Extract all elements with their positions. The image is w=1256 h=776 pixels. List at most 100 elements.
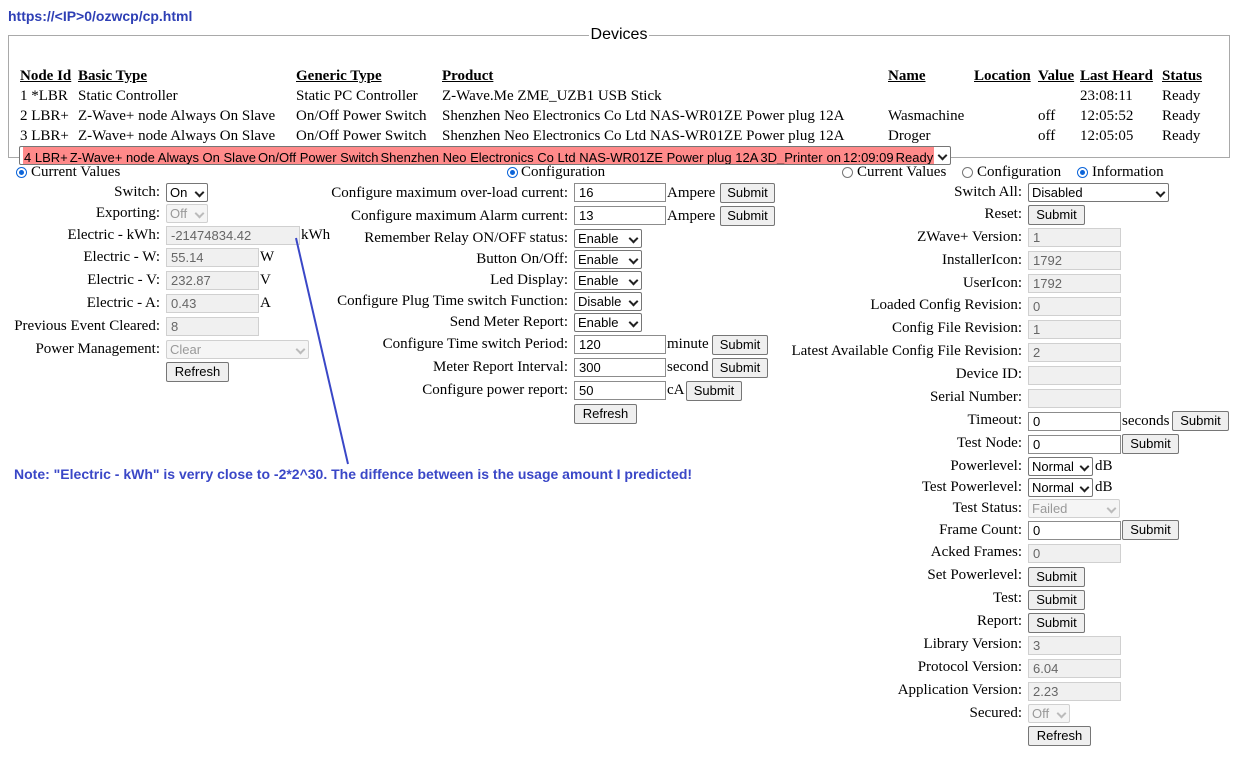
frame-count-input[interactable]: 0: [1028, 521, 1121, 540]
table-row[interactable]: 3 LBR+ Z-Wave+ node Always On Slave On/O…: [19, 126, 1209, 146]
alarm-input[interactable]: 13: [574, 206, 666, 225]
col-node-id[interactable]: Node Id: [19, 66, 77, 86]
cell-name: Droger: [888, 127, 931, 144]
test-powerlevel-label: Test Powerlevel:: [921, 479, 1022, 495]
cell-product: Z-Wave.Me ZME_UZB1 USB Stick: [442, 87, 662, 104]
report-label: Report:: [977, 613, 1022, 629]
timeout-submit-button[interactable]: Submit: [1172, 411, 1229, 431]
powerlevel-label: Powerlevel:: [950, 458, 1022, 474]
set-powerlevel-label: Set Powerlevel:: [927, 567, 1022, 583]
table-row[interactable]: 1 *LBR Static Controller Static PC Contr…: [19, 86, 1209, 106]
serial-number-field[interactable]: [1028, 389, 1121, 408]
power-report-label: Configure power report:: [422, 382, 568, 398]
zwave-version-field[interactable]: 1: [1028, 228, 1121, 247]
overload-input[interactable]: 16: [574, 183, 666, 202]
user-icon-field[interactable]: 1792: [1028, 274, 1121, 293]
report-submit-button[interactable]: Submit: [1028, 613, 1085, 633]
device-id-field[interactable]: [1028, 366, 1121, 385]
overload-submit-button[interactable]: Submit: [720, 183, 775, 203]
current-values-radio[interactable]: [16, 167, 27, 178]
led-display-select[interactable]: Enable: [574, 271, 642, 290]
alarm-submit-button[interactable]: Submit: [720, 206, 775, 226]
cell-heard: 12:09:09: [842, 147, 895, 164]
set-powerlevel-submit-button[interactable]: Submit: [1028, 567, 1085, 587]
configuration-radio[interactable]: [507, 167, 518, 178]
previous-event-field[interactable]: 8: [166, 317, 259, 336]
relay-select[interactable]: Enable: [574, 229, 642, 248]
cell-node: 4 LBR+: [23, 147, 69, 164]
right-refresh-button[interactable]: Refresh: [1028, 726, 1091, 746]
table-row-selected[interactable]: 4 LBR+ Z-Wave+ node Always On Slave On/O…: [19, 146, 952, 165]
installer-icon-field[interactable]: 1792: [1028, 251, 1121, 270]
zwave-version-label: ZWave+ Version:: [917, 229, 1022, 245]
information-radio[interactable]: [1077, 167, 1088, 178]
alarm-unit: Ampere: [667, 208, 716, 224]
test-node-input[interactable]: 0: [1028, 435, 1121, 454]
power-report-input[interactable]: 50: [574, 381, 666, 400]
time-period-input[interactable]: 120: [574, 335, 666, 354]
col-product[interactable]: Product: [441, 66, 887, 86]
meter-interval-label: Meter Report Interval:: [433, 359, 568, 375]
frame-count-submit-button[interactable]: Submit: [1122, 520, 1179, 540]
timeout-input[interactable]: 0: [1028, 412, 1121, 431]
latest-config-field[interactable]: 2: [1028, 343, 1121, 362]
loaded-config-field[interactable]: 0: [1028, 297, 1121, 316]
switch-select[interactable]: On: [166, 183, 208, 202]
config-file-field[interactable]: 1: [1028, 320, 1121, 339]
switch-label: Switch:: [114, 184, 160, 200]
application-version-field[interactable]: 2.23: [1028, 682, 1121, 701]
acked-frames-field[interactable]: 0: [1028, 544, 1121, 563]
cell-location: [973, 126, 1037, 146]
switch-all-select[interactable]: Disabled: [1028, 183, 1169, 202]
test-powerlevel-select[interactable]: Normal: [1028, 478, 1093, 497]
acked-frames-label: Acked Frames:: [930, 544, 1022, 560]
info-current-values-label: Current Values: [857, 164, 947, 180]
cell-product: Shenzhen Neo Electronics Co Ltd NAS-WR01…: [442, 107, 845, 124]
exporting-select[interactable]: Off: [166, 204, 208, 223]
table-row[interactable]: 2 LBR+ Z-Wave+ node Always On Slave On/O…: [19, 106, 1209, 126]
col-basic-type[interactable]: Basic Type: [77, 66, 295, 86]
plug-time-select[interactable]: Disable: [574, 292, 642, 311]
power-report-submit-button[interactable]: Submit: [686, 381, 742, 401]
electric-v-field[interactable]: 232.87: [166, 271, 259, 290]
page-url: https://<IP>0/ozwcp/cp.html: [8, 8, 193, 24]
annotation-line: [295, 237, 349, 465]
test-label: Test:: [993, 590, 1022, 606]
test-status-select[interactable]: Failed: [1028, 499, 1120, 518]
col-generic-type[interactable]: Generic Type: [295, 66, 441, 86]
col-last-heard[interactable]: Last Heard: [1079, 66, 1161, 86]
col-value[interactable]: Value: [1037, 66, 1079, 86]
meter-interval-submit-button[interactable]: Submit: [712, 358, 768, 378]
col-location[interactable]: Location: [973, 66, 1037, 86]
overload-unit: Ampere: [667, 185, 716, 201]
frame-count-label: Frame Count:: [939, 522, 1022, 538]
electric-a-field[interactable]: 0.43: [166, 294, 259, 313]
info-configuration-radio[interactable]: [962, 167, 973, 178]
col-name[interactable]: Name: [887, 66, 973, 86]
test-powerlevel-unit: dB: [1095, 479, 1113, 495]
cell-product: Shenzhen Neo Electronics Co Ltd NAS-WR01…: [442, 127, 845, 144]
col-status[interactable]: Status: [1161, 66, 1209, 86]
powerlevel-select[interactable]: Normal: [1028, 457, 1093, 476]
time-period-submit-button[interactable]: Submit: [712, 335, 768, 355]
electric-w-field[interactable]: 55.14: [166, 248, 259, 267]
test-node-submit-button[interactable]: Submit: [1122, 434, 1179, 454]
middle-refresh-button[interactable]: Refresh: [574, 404, 637, 424]
secured-select[interactable]: Off: [1028, 704, 1070, 723]
power-management-select[interactable]: Clear: [166, 340, 309, 359]
cell-node: 3 LBR+: [20, 127, 69, 144]
left-refresh-button[interactable]: Refresh: [166, 362, 229, 382]
cell-generic: On/Off Power Switch: [296, 107, 427, 124]
test-node-label: Test Node:: [956, 435, 1022, 451]
send-meter-select[interactable]: Enable: [574, 313, 642, 332]
meter-interval-input[interactable]: 300: [574, 358, 666, 377]
library-version-field[interactable]: 3: [1028, 636, 1121, 655]
protocol-version-field[interactable]: 6.04: [1028, 659, 1121, 678]
button-onoff-select[interactable]: Enable: [574, 250, 642, 269]
power-report-unit: cA: [667, 382, 685, 398]
info-current-values-radio[interactable]: [842, 167, 853, 178]
reset-submit-button[interactable]: Submit: [1028, 205, 1085, 225]
reset-label: Reset:: [984, 206, 1023, 222]
test-submit-button[interactable]: Submit: [1028, 590, 1085, 610]
electric-kwh-field[interactable]: -21474834.42: [166, 226, 300, 245]
